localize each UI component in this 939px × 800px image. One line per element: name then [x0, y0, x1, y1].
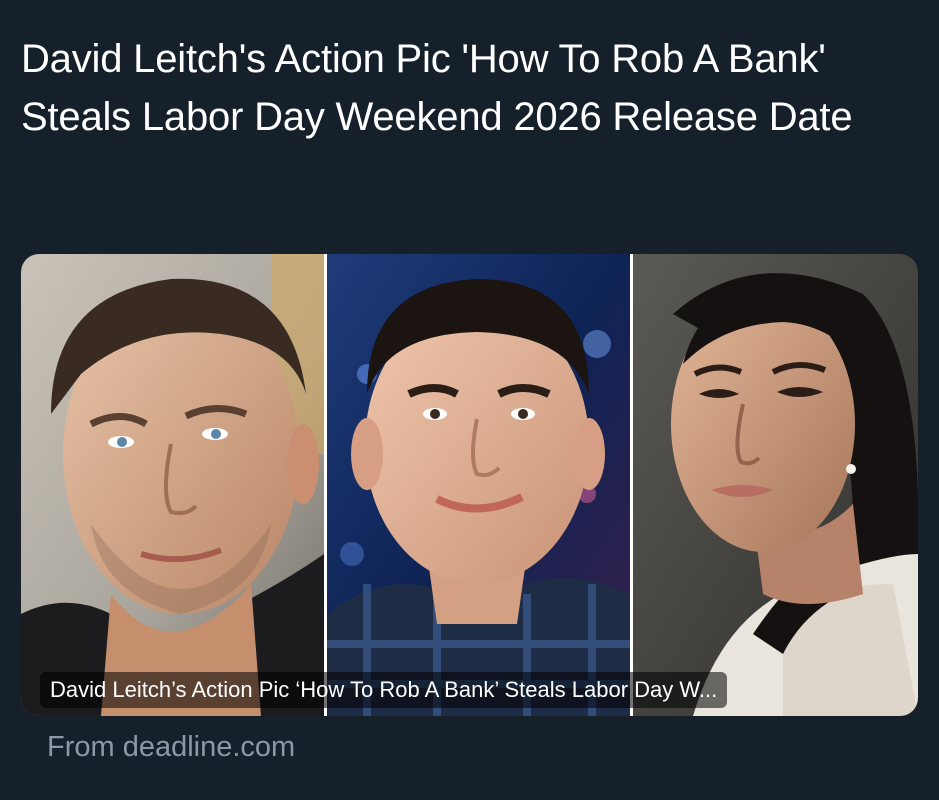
link-preview-card[interactable]: David Leitch’s Action Pic ‘How To Rob A …: [21, 254, 918, 716]
portrait-photo-3: [633, 254, 918, 716]
portrait-photo-1: [21, 254, 324, 716]
photo-actor-2[interactable]: [327, 254, 630, 716]
portrait-photo-2: [327, 254, 630, 716]
photo-actor-1[interactable]: [21, 254, 324, 716]
photo-actor-3[interactable]: [633, 254, 918, 716]
link-source[interactable]: From deadline.com: [47, 728, 295, 766]
image-caption: David Leitch’s Action Pic ‘How To Rob A …: [40, 672, 728, 708]
post-text: David Leitch's Action Pic 'How To Rob A …: [21, 37, 853, 139]
